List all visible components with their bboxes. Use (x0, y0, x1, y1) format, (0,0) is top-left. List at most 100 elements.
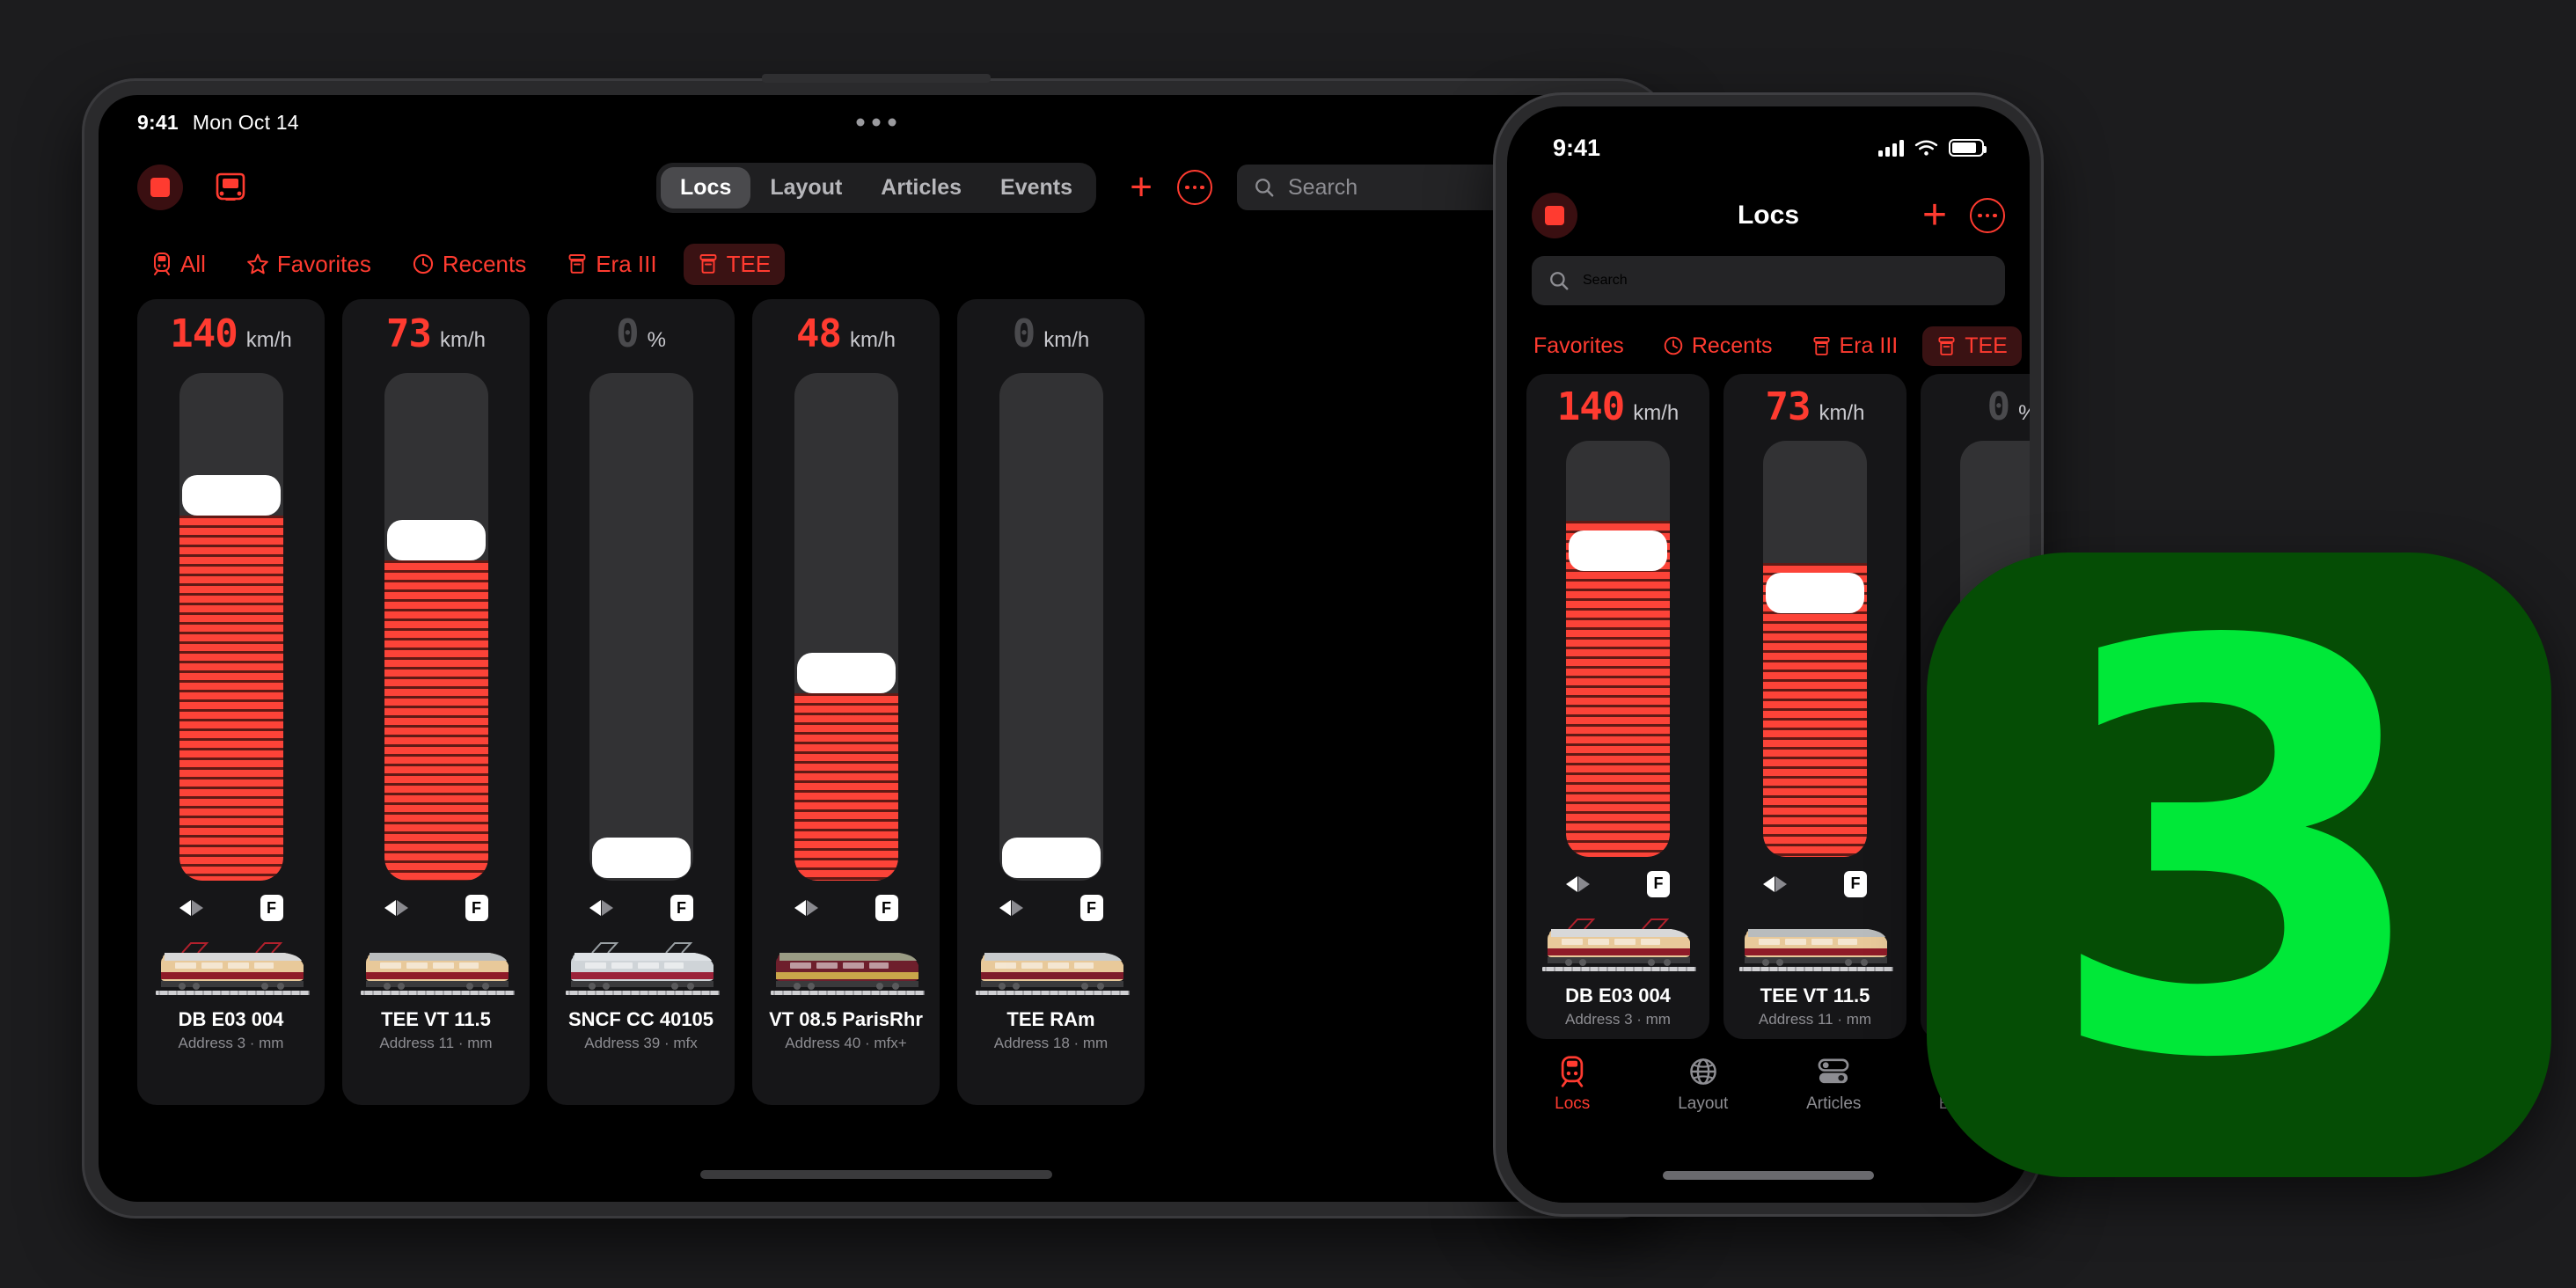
function-button[interactable]: F (1647, 870, 1670, 897)
loco-card[interactable]: 0 km/h F TEE RAm Address 18 · mm (957, 299, 1145, 1105)
filter-chip-tee-label: TEE (1965, 333, 2008, 358)
iphone-nav-right-group: + (1922, 194, 2005, 237)
function-button[interactable]: F (875, 895, 898, 921)
tab-articles[interactable]: Articles (1768, 1055, 1899, 1114)
more-options-button[interactable] (1970, 198, 2005, 233)
loco-card[interactable]: 73 km/h F TEE VT 11.5 Address 11 · mm (1723, 374, 1906, 1039)
loco-image (767, 935, 926, 1000)
speed-readout: 0 km/h (1013, 315, 1090, 361)
tab-locs-label: Locs (1555, 1094, 1591, 1113)
direction-forward-icon (396, 900, 408, 916)
throttle-thumb[interactable] (1569, 531, 1667, 572)
search-input[interactable]: Search (1532, 256, 2005, 305)
train-toggle-button[interactable] (204, 165, 257, 210)
tab-articles[interactable]: Articles (861, 167, 981, 209)
filter-chip-recents-label: Recents (442, 250, 527, 277)
loco-card[interactable]: 73 km/h F TEE VT 11.5 Address 11 · mm (342, 299, 530, 1105)
loco-name: TEE VT 11.5 (1760, 984, 1870, 1006)
stop-button[interactable] (1532, 193, 1577, 238)
ipad-status-date: Mon Oct 14 (192, 110, 299, 134)
direction-toggle[interactable] (1566, 875, 1590, 892)
speed-readout: 140 km/h (170, 315, 292, 361)
add-loco-button[interactable]: + (1922, 194, 1947, 237)
throttle-slider[interactable] (794, 373, 898, 881)
throttle-slider[interactable] (1566, 441, 1670, 857)
direction-toggle[interactable] (179, 900, 203, 916)
throttle-slider[interactable] (999, 373, 1103, 881)
filter-chip-favorites-label: Favorites (1533, 333, 1624, 358)
stop-button[interactable] (137, 165, 183, 210)
loco-card[interactable]: 48 km/h F VT 08.5 ParisRhr Address 40 · … (752, 299, 940, 1105)
home-indicator (1663, 1171, 1874, 1180)
ipad-filter-chips: All Favorites Recents Era III TEE (99, 236, 1654, 292)
throttle-fill (384, 560, 488, 881)
filter-chip-tee[interactable]: TEE (1922, 326, 2022, 366)
filter-chip-recents[interactable]: Recents (398, 244, 540, 285)
function-button[interactable]: F (465, 895, 488, 921)
loco-address: Address 3 · mm (178, 1035, 284, 1052)
filter-chip-favorites[interactable]: Favorites (1519, 326, 1638, 366)
loco-controls-row: F (1763, 870, 1867, 897)
throttle-thumb[interactable] (386, 520, 486, 560)
function-button[interactable]: F (1844, 870, 1867, 897)
direction-forward-icon (1775, 875, 1787, 892)
tab-locs[interactable]: Locs (660, 166, 751, 209)
more-options-button[interactable] (1177, 170, 1212, 205)
direction-forward-icon (1578, 875, 1590, 892)
ipad-device: 9:41 Mon Oct 14 Locs Layout Articles Eve… (84, 81, 1668, 1216)
tab-locs[interactable]: Locs (1507, 1055, 1638, 1114)
filter-chip-era-iii[interactable]: Era III (553, 244, 670, 285)
speed-value: 0 (1012, 311, 1036, 356)
throttle-thumb[interactable] (181, 475, 281, 516)
multitask-dots-icon[interactable] (856, 118, 896, 127)
speed-unit: km/h (245, 328, 292, 352)
function-button[interactable]: F (670, 895, 693, 921)
direction-toggle[interactable] (999, 900, 1023, 916)
function-button[interactable]: F (1079, 895, 1103, 921)
speed-readout: 48 km/h (796, 315, 896, 361)
filter-chip-tee[interactable]: TEE (683, 243, 786, 285)
tab-layout[interactable]: Layout (1638, 1055, 1769, 1114)
tab-events[interactable]: Events (981, 167, 1092, 209)
throttle-slider[interactable] (384, 373, 488, 881)
archive-icon (568, 254, 586, 274)
app-icon[interactable]: 3 (1927, 553, 2551, 1177)
direction-toggle[interactable] (794, 900, 818, 916)
loco-name: SNCF CC 40105 (567, 1008, 714, 1030)
throttle-thumb[interactable] (1001, 838, 1101, 878)
filter-chip-favorites[interactable]: Favorites (232, 244, 385, 285)
archive-icon (1938, 336, 1955, 355)
throttle-thumb[interactable] (796, 653, 896, 693)
filter-chip-all[interactable]: All (137, 244, 220, 285)
speed-unit: km/h (1633, 401, 1680, 425)
throttle-thumb[interactable] (1766, 573, 1864, 614)
throttle-slider[interactable] (589, 373, 693, 881)
loco-card[interactable]: 140 km/h F DB E03 004 Address 3 · mm (1526, 374, 1709, 1039)
filter-chip-recents[interactable]: Recents (1649, 326, 1787, 366)
train-icon (154, 252, 170, 275)
throttle-slider[interactable] (179, 373, 283, 881)
throttle-fill (179, 516, 283, 881)
loco-address: Address 3 · mm (1565, 1011, 1671, 1028)
loco-controls-row: F (179, 895, 283, 921)
direction-toggle[interactable] (589, 900, 613, 916)
direction-toggle[interactable] (384, 900, 408, 916)
direction-toggle[interactable] (1763, 875, 1787, 892)
loco-address: Address 40 · mfx+ (785, 1035, 907, 1052)
add-loco-button[interactable]: + (1130, 168, 1153, 207)
throttle-slider[interactable] (1763, 441, 1867, 857)
tab-layout[interactable]: Layout (750, 167, 861, 209)
search-placeholder: Search (1288, 174, 1358, 200)
filter-chip-era-iii[interactable]: Era III (1797, 326, 1913, 366)
loco-address: Address 11 · mm (379, 1035, 493, 1052)
loco-image (1539, 911, 1697, 977)
speed-value: 48 (796, 311, 842, 356)
speed-readout: 0 % (1987, 388, 2030, 428)
loco-card[interactable]: 0 % F (547, 299, 735, 1105)
battery-icon (1949, 139, 1987, 157)
speed-readout: 0 % (616, 315, 666, 361)
function-button[interactable]: F (260, 895, 283, 921)
direction-reverse-icon (794, 900, 806, 916)
throttle-thumb[interactable] (591, 838, 691, 878)
loco-card[interactable]: 140 km/h F DB E03 004 Address 3 · mm (137, 299, 325, 1105)
